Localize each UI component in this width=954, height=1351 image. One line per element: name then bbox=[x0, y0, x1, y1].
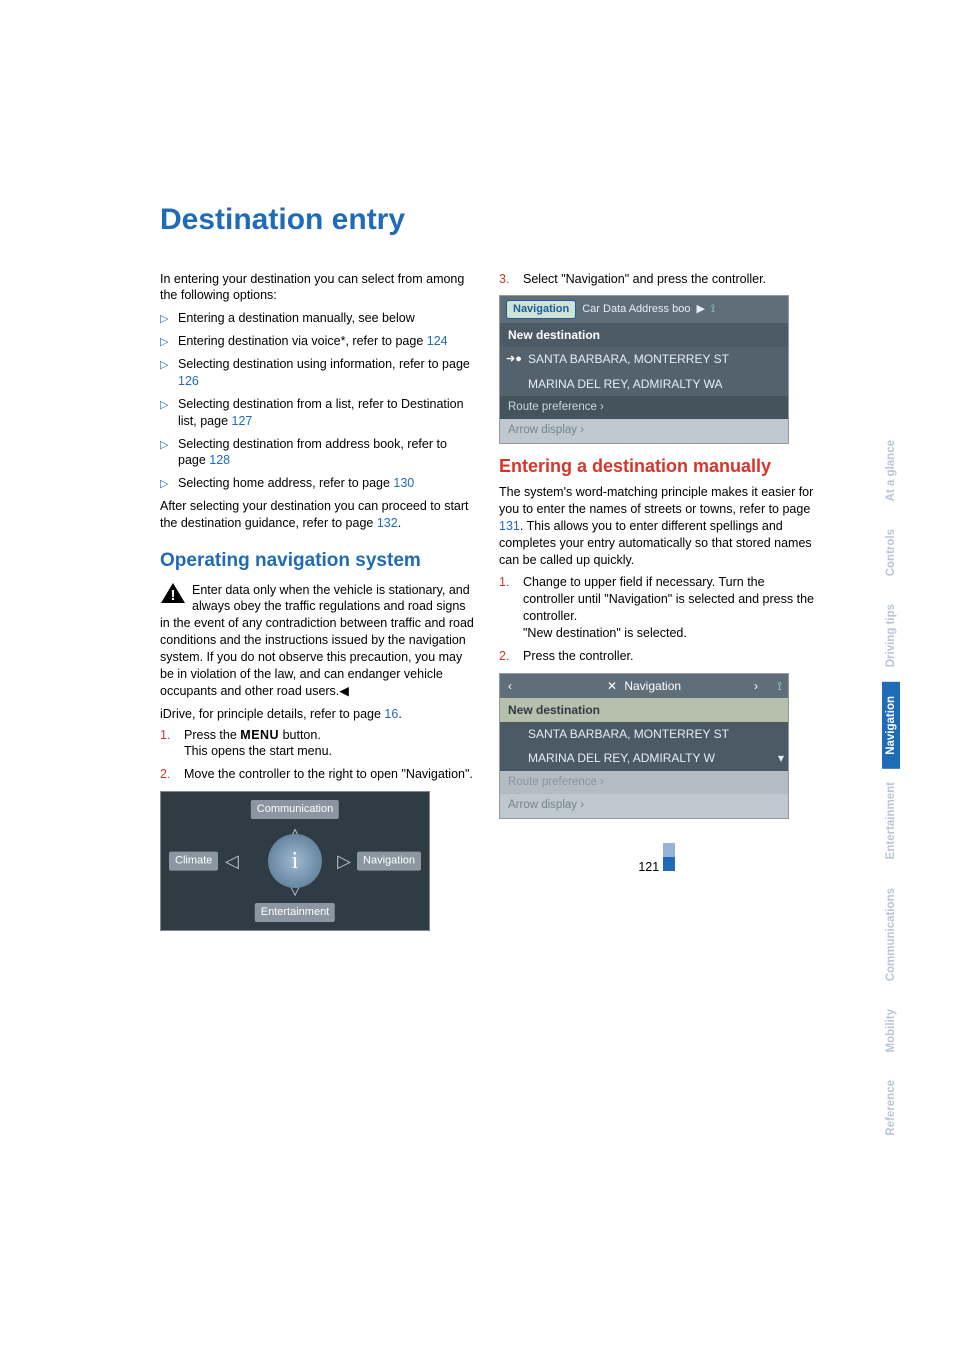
left-arrow-icon: ‹ bbox=[508, 678, 512, 694]
warning-icon: ! bbox=[160, 582, 186, 604]
nav-dest-item: SANTA BARBARA, MONTERREY ST bbox=[500, 722, 788, 746]
section-tabs: Reference Mobility Communications Entert… bbox=[882, 190, 900, 1150]
svg-text:!: ! bbox=[171, 587, 176, 604]
after-select-text: After selecting your destination you can… bbox=[160, 498, 475, 532]
list-item: ▷Selecting home address, refer to page 1… bbox=[160, 475, 475, 492]
nav-arrow-display: Arrow display › bbox=[500, 419, 788, 443]
page-bar-icon bbox=[663, 843, 675, 871]
list-item: ▷Entering destination via voice*, refer … bbox=[160, 333, 475, 350]
nav-screenshot-2: ‹ ✕ Navigation › ⟟ New destination SANTA… bbox=[499, 673, 789, 819]
right-arrow-icon: › bbox=[754, 678, 758, 694]
idrive-left-label: Climate bbox=[169, 852, 218, 871]
triangle-icon: ▷ bbox=[160, 358, 168, 373]
idrive-ref: iDrive, for principle details, refer to … bbox=[160, 706, 475, 723]
sat-small-icon: ✕ bbox=[607, 679, 617, 693]
nav-dest-item: MARINA DEL REY, ADMIRALTY W▾ bbox=[500, 746, 788, 770]
step-number: 1. bbox=[499, 574, 509, 591]
steps-right: 1. Change to upper field if necessary. T… bbox=[499, 574, 814, 664]
list-item: ▷Selecting destination from a list, refe… bbox=[160, 396, 475, 430]
page-number: 121 bbox=[638, 860, 659, 874]
sat-icon: ⟟ bbox=[711, 302, 715, 317]
tab-navigation[interactable]: Navigation bbox=[882, 682, 900, 769]
page-footer: 121 bbox=[499, 839, 814, 876]
page-link[interactable]: 126 bbox=[178, 374, 199, 388]
destination-icon: ➜● bbox=[506, 352, 522, 367]
nav-header: ‹ ✕ Navigation › ⟟ bbox=[500, 674, 788, 698]
idrive-bottom-label: Entertainment bbox=[255, 903, 335, 922]
heading-operating: Operating navigation system bbox=[160, 548, 475, 574]
scroll-right-icon: ▶ bbox=[696, 302, 704, 317]
list-item: ▷Selecting destination using information… bbox=[160, 356, 475, 390]
nav-new-destination: New destination bbox=[500, 698, 788, 722]
arrow-left-icon: ◁ bbox=[225, 849, 239, 873]
tab-driving-tips[interactable]: Driving tips bbox=[882, 590, 900, 681]
triangle-icon: ▷ bbox=[160, 398, 168, 413]
triangle-icon: ▷ bbox=[160, 438, 168, 453]
sat-icon: ⟟ bbox=[778, 678, 782, 694]
heading-manual-entry: Entering a destination manually bbox=[499, 454, 814, 478]
page-title: Destination entry bbox=[160, 200, 814, 241]
step-number: 2. bbox=[499, 648, 509, 665]
step-item: 2. Press the controller. bbox=[499, 648, 814, 665]
tab-entertainment[interactable]: Entertainment bbox=[882, 768, 900, 873]
nav-route-preference: Route preference › bbox=[500, 771, 788, 795]
list-item: ▷Selecting destination from address book… bbox=[160, 436, 475, 470]
nav-tab-other: Car Data Address boo bbox=[582, 302, 690, 317]
manual-para: The system's word-matching principle mak… bbox=[499, 484, 814, 568]
nav-arrow-display: Arrow display › bbox=[500, 794, 788, 818]
tab-mobility[interactable]: Mobility bbox=[882, 995, 900, 1066]
page-link[interactable]: 16 bbox=[384, 707, 398, 721]
triangle-icon: ▷ bbox=[160, 477, 168, 492]
end-mark-icon: ◀ bbox=[339, 684, 349, 698]
page-link[interactable]: 124 bbox=[427, 334, 448, 348]
scroll-down-icon: ▾ bbox=[778, 750, 784, 766]
page-link[interactable]: 130 bbox=[393, 476, 414, 490]
nav-tab-active: Navigation bbox=[506, 300, 576, 319]
step-number: 2. bbox=[160, 766, 170, 783]
triangle-icon: ▷ bbox=[160, 335, 168, 350]
step-number: 1. bbox=[160, 727, 170, 744]
nav-dest-item: ➜●SANTA BARBARA, MONTERREY ST bbox=[500, 347, 788, 371]
page-link[interactable]: 132 bbox=[377, 516, 398, 530]
menu-button-label: MENU bbox=[240, 728, 279, 742]
tab-at-a-glance[interactable]: At a glance bbox=[882, 426, 900, 515]
left-column: In entering your destination you can sel… bbox=[160, 271, 475, 932]
step-item: 1. Press the MENU button. This opens the… bbox=[160, 727, 475, 761]
step-number: 3. bbox=[499, 271, 509, 288]
idrive-right-label: Navigation bbox=[357, 852, 421, 871]
intro-text: In entering your destination you can sel… bbox=[160, 271, 475, 305]
warning-block: ! Enter data only when the vehicle is st… bbox=[160, 582, 475, 700]
triangle-icon: ▷ bbox=[160, 312, 168, 327]
nav-tab-bar: Navigation Car Data Address boo ▶ ⟟ bbox=[500, 296, 788, 323]
nav-new-destination: New destination bbox=[500, 323, 788, 347]
nav-dest-item: MARINA DEL REY, ADMIRALTY WA bbox=[500, 372, 788, 396]
nav-route-preference: Route preference › bbox=[500, 396, 788, 420]
options-list: ▷Entering a destination manually, see be… bbox=[160, 310, 475, 492]
idrive-menu-illustration: Communication Entertainment Climate Navi… bbox=[160, 791, 430, 931]
tab-reference[interactable]: Reference bbox=[882, 1066, 900, 1150]
right-column: 3. Select "Navigation" and press the con… bbox=[499, 271, 814, 932]
page-link[interactable]: 128 bbox=[209, 453, 230, 467]
step-item: 1. Change to upper field if necessary. T… bbox=[499, 574, 814, 642]
idrive-top-label: Communication bbox=[251, 800, 339, 819]
page-link[interactable]: 131 bbox=[499, 519, 520, 533]
step3-list: 3. Select "Navigation" and press the con… bbox=[499, 271, 814, 288]
list-item: ▷Entering a destination manually, see be… bbox=[160, 310, 475, 327]
step-item: 3. Select "Navigation" and press the con… bbox=[499, 271, 814, 288]
nav-screenshot-1: Navigation Car Data Address boo ▶ ⟟ New … bbox=[499, 295, 789, 443]
tab-controls[interactable]: Controls bbox=[882, 515, 900, 590]
tab-communications[interactable]: Communications bbox=[882, 874, 900, 995]
step-item: 2. Move the controller to the right to o… bbox=[160, 766, 475, 783]
idrive-center-icon: i bbox=[268, 834, 322, 888]
arrow-right-icon: ▷ bbox=[337, 849, 351, 873]
steps-left: 1. Press the MENU button. This opens the… bbox=[160, 727, 475, 784]
page-link[interactable]: 127 bbox=[232, 414, 253, 428]
